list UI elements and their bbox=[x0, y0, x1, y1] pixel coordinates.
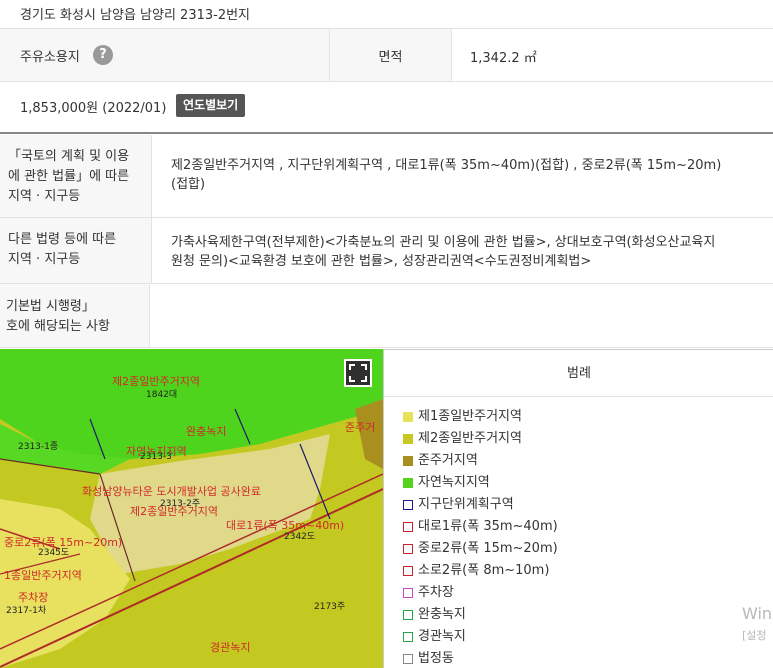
area-value: 1,342.2 ㎡ bbox=[470, 51, 537, 66]
legend-item: 완충녹지 bbox=[403, 604, 558, 626]
map-label: 경관녹지 bbox=[210, 641, 250, 654]
legend-label: 경관녹지 bbox=[418, 629, 466, 644]
land-use-cell: 주유소용지 ? bbox=[0, 29, 330, 81]
map-label: 완충녹지 bbox=[186, 425, 226, 438]
lot-label: 2173주 bbox=[314, 601, 345, 612]
section-text: 가축사육제한구역(전부제한)<가축분뇨의 관리 및 이용에 관한 법률>, 상대… bbox=[171, 235, 716, 269]
map-label: 화성남양뉴타운 도시개발사업 공사완료 bbox=[82, 485, 261, 498]
address-row: 경기도 화성시 남양읍 남양리 2313-2번지 bbox=[0, 0, 773, 29]
land-use-map[interactable]: 제2종일반주거지역 완충녹지 자연녹지지역 화성남양뉴타운 도시개발사업 공사완… bbox=[0, 349, 383, 668]
legend-item: 지구단위계획구역 bbox=[403, 494, 558, 516]
lot-label: 2313-3 bbox=[140, 452, 172, 462]
section-label: 「국토의 계획 및 이용 에 관한 법률」에 따른 지역 · 지구등 bbox=[0, 135, 152, 217]
legend-label: 대로1류(폭 35m~40m) bbox=[418, 519, 558, 534]
legend-label: 지구단위계획구역 bbox=[418, 497, 514, 512]
legend-title: 범례 bbox=[384, 350, 773, 397]
legend-label: 소로2류(폭 8m~10m) bbox=[418, 563, 550, 578]
map-label: 1종일반주거지역 bbox=[4, 568, 82, 582]
legend-swatch bbox=[403, 654, 413, 664]
legend-item: 법정동 bbox=[403, 648, 558, 668]
price-row: 1,853,000원 (2022/01) 연도별보기 bbox=[0, 82, 773, 134]
area-label-cell: 면적 bbox=[330, 29, 452, 81]
lot-label: 2313-2주 bbox=[160, 498, 200, 509]
map-legend: 범례 제1종일반주거지역제2종일반주거지역준주거지역자연녹지지역지구단위계획구역… bbox=[383, 349, 773, 668]
land-use-row: 주유소용지 ? 면적 1,342.2 ㎡ bbox=[0, 29, 773, 82]
legend-item: 중로2류(폭 15m~20m) bbox=[403, 538, 558, 560]
legend-swatch bbox=[403, 544, 413, 554]
lot-label: 2342도 bbox=[284, 532, 315, 542]
legend-label: 주차장 bbox=[418, 585, 454, 600]
section-text: 제2종일반주거지역 , 지구단위계획구역 , 대로1류(폭 35m~40m)(접… bbox=[171, 158, 722, 192]
map-label: 주차장 bbox=[18, 591, 48, 604]
national-planning-zones: 「국토의 계획 및 이용 에 관한 법률」에 따른 지역 · 지구등 제2종일반… bbox=[0, 135, 773, 218]
legend-item: 자연녹지지역 bbox=[403, 472, 558, 494]
legend-label: 제2종일반주거지역 bbox=[418, 431, 522, 446]
map-label: 준주거 bbox=[345, 421, 375, 434]
area-label: 면적 bbox=[378, 50, 403, 65]
windows-watermark: Win bbox=[742, 604, 773, 623]
lot-label: 2345도 bbox=[38, 548, 69, 558]
legend-label: 준주거지역 bbox=[418, 453, 478, 468]
legend-label: 제1종일반주거지역 bbox=[418, 409, 522, 424]
section-label: 다른 법령 등에 따른 지역 · 지구등 bbox=[0, 218, 152, 283]
legend-label: 법정동 bbox=[418, 651, 454, 666]
legend-item: 주차장 bbox=[403, 582, 558, 604]
legend-swatch bbox=[403, 412, 413, 422]
yearly-view-button[interactable]: 연도별보기 bbox=[176, 94, 246, 117]
lot-label: 2317-1차 bbox=[6, 604, 47, 616]
legend-item: 제1종일반주거지역 bbox=[403, 406, 558, 428]
legend-swatch bbox=[403, 610, 413, 620]
map-label: 대로1류(폭 35m~40m) bbox=[226, 519, 344, 532]
map-canvas[interactable]: 제2종일반주거지역 완충녹지 자연녹지지역 화성남양뉴타운 도시개발사업 공사완… bbox=[0, 349, 383, 668]
legend-label: 완충녹지 bbox=[418, 607, 466, 622]
legend-item: 소로2류(폭 8m~10m) bbox=[403, 560, 558, 582]
legend-swatch bbox=[403, 632, 413, 642]
windows-watermark-sub: [설정 bbox=[742, 629, 767, 642]
legend-swatch bbox=[403, 456, 413, 466]
official-price: 1,853,000원 (2022/01) bbox=[20, 101, 167, 116]
lot-label: 1842대 bbox=[146, 389, 177, 400]
legend-swatch bbox=[403, 588, 413, 598]
land-use-label: 주유소용지 bbox=[20, 50, 80, 65]
legend-swatch bbox=[403, 566, 413, 576]
legend-swatch bbox=[403, 522, 413, 532]
other-law-zones: 다른 법령 등에 따른 지역 · 지구등 가축사육제한구역(전부제한)<가축분뇨… bbox=[0, 218, 773, 284]
legend-list: 제1종일반주거지역제2종일반주거지역준주거지역자연녹지지역지구단위계획구역대로1… bbox=[403, 406, 558, 668]
map-label: 제2종일반주거지역 bbox=[112, 374, 200, 388]
fullscreen-icon[interactable] bbox=[344, 359, 372, 387]
legend-item: 제2종일반주거지역 bbox=[403, 428, 558, 450]
legend-swatch bbox=[403, 434, 413, 444]
section-label: 기본법 시행령」 호에 해당되는 사항 bbox=[0, 284, 150, 347]
legend-item: 준주거지역 bbox=[403, 450, 558, 472]
legend-label: 중로2류(폭 15m~20m) bbox=[418, 541, 558, 556]
lot-label: 2313-1종 bbox=[18, 441, 58, 452]
legend-swatch bbox=[403, 478, 413, 488]
legend-swatch bbox=[403, 500, 413, 510]
legend-label: 자연녹지지역 bbox=[418, 475, 490, 490]
legend-item: 대로1류(폭 35m~40m) bbox=[403, 516, 558, 538]
question-icon[interactable]: ? bbox=[93, 45, 113, 65]
enforcement-decree-items: 기본법 시행령」 호에 해당되는 사항 bbox=[0, 284, 773, 348]
address-text: 경기도 화성시 남양읍 남양리 2313-2번지 bbox=[20, 8, 251, 23]
legend-item: 경관녹지 bbox=[403, 626, 558, 648]
